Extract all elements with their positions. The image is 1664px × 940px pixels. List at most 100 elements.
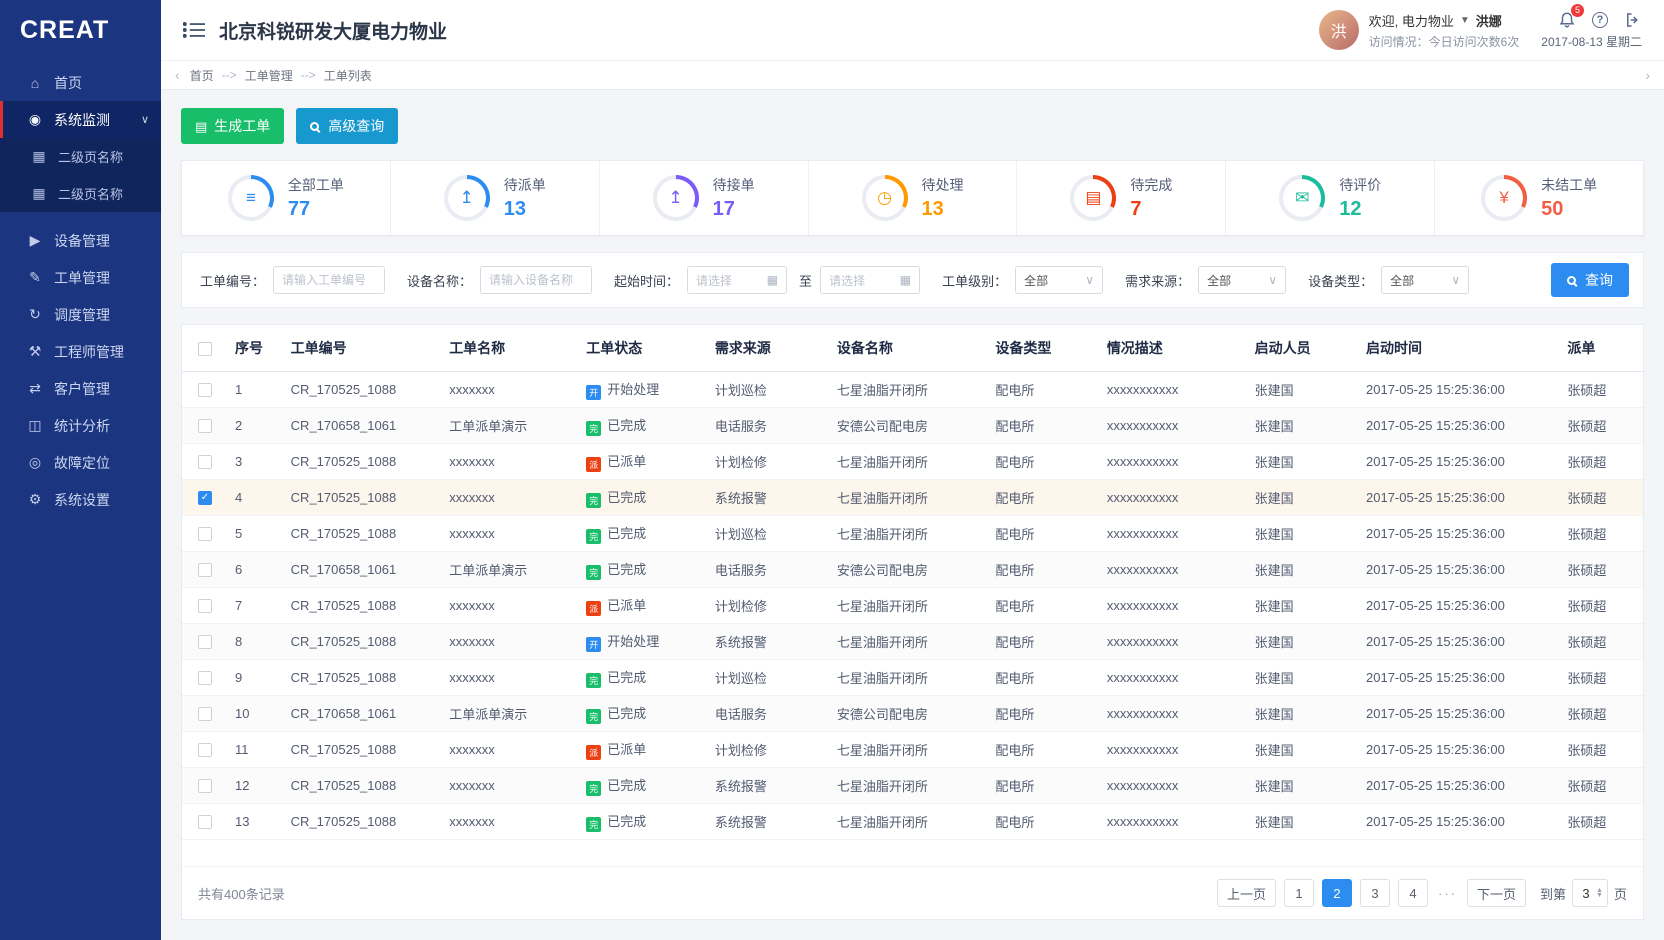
breadcrumb-item[interactable]: 工单管理 (245, 67, 293, 84)
row-checkbox[interactable] (198, 743, 212, 757)
cell-device-type: 配电所 (987, 587, 1098, 623)
cell-device-name: 七星油脂开闭所 (829, 587, 988, 623)
gear-icon: ⚙ (25, 491, 45, 508)
sidebar-item-system-settings[interactable]: ⚙系统设置 (0, 481, 161, 518)
cell-device-name: 七星油脂开闭所 (829, 803, 988, 839)
sidebar-item-sub-page-2[interactable]: ▦二级页名称 (0, 175, 161, 212)
cell-index: 9 (227, 659, 283, 695)
breadcrumb-separator: --> (222, 68, 237, 82)
sidebar-item-device-management[interactable]: ▶设备管理 (0, 222, 161, 259)
help-icon[interactable]: ? (1592, 12, 1608, 28)
stat-card-pending-finish[interactable]: ▤待完成7 (1017, 161, 1226, 235)
table-row[interactable]: 7CR_170525_1088xxxxxxx派已派单计划检修七星油脂开闭所配电所… (182, 587, 1643, 623)
table-row[interactable]: 6CR_170658_1061工单派单演示完已完成电话服务安德公司配电房配电所x… (182, 551, 1643, 587)
row-checkbox[interactable]: ✓ (198, 491, 212, 505)
chevron-right-icon[interactable]: › (1645, 67, 1650, 83)
stat-card-pending-review[interactable]: ✉待评价12 (1226, 161, 1435, 235)
current-date: 2017-08-13 星期二 (1541, 33, 1642, 50)
order-level-select[interactable]: 全部 ∨ (1015, 266, 1103, 294)
device-name-input[interactable] (480, 266, 592, 294)
row-checkbox[interactable] (198, 635, 212, 649)
table-row[interactable]: 8CR_170525_1088xxxxxxx开开始处理系统报警七星油脂开闭所配电… (182, 623, 1643, 659)
stat-card-value: 12 (1339, 198, 1381, 221)
sidebar-item-fault-locating[interactable]: ◎故障定位 (0, 444, 161, 481)
logout-icon[interactable] (1624, 11, 1642, 29)
cell-dispatcher: 张硕超 (1559, 443, 1643, 479)
pencil-icon: ✎ (25, 269, 45, 286)
table-row[interactable]: ✓4CR_170525_1088xxxxxxx完已完成系统报警七星油脂开闭所配电… (182, 479, 1643, 515)
sidebar-item-system-monitor[interactable]: ◉系统监测∨ (0, 101, 161, 138)
table-row[interactable]: 1CR_170525_1088xxxxxxx开开始处理计划巡检七星油脂开闭所配电… (182, 371, 1643, 407)
row-checkbox[interactable] (198, 527, 212, 541)
row-checkbox[interactable] (198, 383, 212, 397)
goto-page-input[interactable]: 3 ▲▼ (1572, 879, 1608, 907)
page-number-4[interactable]: 4 (1398, 879, 1428, 907)
row-checkbox[interactable] (198, 707, 212, 721)
chevron-down-icon[interactable]: ▼ (1460, 15, 1470, 26)
notification-bell-icon[interactable]: 5 (1558, 11, 1576, 29)
table-row[interactable]: 10CR_170658_1061工单派单演示完已完成电话服务安德公司配电房配电所… (182, 695, 1643, 731)
end-date-picker[interactable]: 请选择 ▦ (820, 266, 920, 294)
table-row[interactable]: 12CR_170525_1088xxxxxxx完已完成系统报警七星油脂开闭所配电… (182, 767, 1643, 803)
cell-source: 计划巡检 (707, 371, 829, 407)
sidebar-item-workorder-management[interactable]: ✎工单管理 (0, 259, 161, 296)
stat-card-pending-process[interactable]: ◷待处理13 (809, 161, 1018, 235)
sidebar-item-sub-page-1[interactable]: ▦二级页名称 (0, 138, 161, 175)
cell-start-time: 2017-05-25 15:25:36:00 (1358, 479, 1559, 515)
source-select[interactable]: 全部 ∨ (1198, 266, 1286, 294)
page-number-2[interactable]: 2 (1322, 879, 1352, 907)
column-header: 工单名称 (441, 325, 578, 371)
sidebar-item-customer-management[interactable]: ⇄客户管理 (0, 370, 161, 407)
prev-page-button[interactable]: 上一页 (1217, 879, 1276, 907)
chevron-left-icon[interactable]: ‹ (175, 67, 180, 83)
order-no-input[interactable] (273, 266, 385, 294)
status-icon: 完 (586, 529, 601, 544)
stepper-icon[interactable]: ▲▼ (1596, 888, 1603, 899)
stat-cards: ≡全部工单77↥待派单13↥待接单17◷待处理13▤待完成7✉待评价12¥未结工… (181, 160, 1644, 236)
sidebar-item-dispatch-management[interactable]: ↻调度管理 (0, 296, 161, 333)
status-icon: 完 (586, 421, 601, 436)
next-page-button[interactable]: 下一页 (1467, 879, 1526, 907)
select-all-checkbox[interactable] (198, 342, 212, 356)
user-block[interactable]: 洪 欢迎, 电力物业 ▼ 洪娜 访问情况：今日访问次数6次 (1319, 10, 1520, 50)
row-checkbox[interactable] (198, 455, 212, 469)
row-checkbox[interactable] (198, 671, 212, 685)
breadcrumb-item[interactable]: 工单列表 (324, 67, 372, 84)
sidebar-item-engineer-management[interactable]: ⚒工程师管理 (0, 333, 161, 370)
generate-order-button[interactable]: ▤ 生成工单 (181, 108, 284, 144)
status-icon: 派 (586, 745, 601, 760)
table-row[interactable]: 13CR_170525_1088xxxxxxx完已完成系统报警七星油脂开闭所配电… (182, 803, 1643, 839)
table-row[interactable]: 3CR_170525_1088xxxxxxx派已派单计划检修七星油脂开闭所配电所… (182, 443, 1643, 479)
table-row[interactable]: 2CR_170658_1061工单派单演示完已完成电话服务安德公司配电房配电所x… (182, 407, 1643, 443)
device-type-select[interactable]: 全部 ∨ (1381, 266, 1469, 294)
page-ellipsis[interactable]: ··· (1436, 886, 1459, 901)
breadcrumb-item[interactable]: 首页 (190, 67, 214, 84)
table-row[interactable]: 11CR_170525_1088xxxxxxx派已派单计划检修七星油脂开闭所配电… (182, 731, 1643, 767)
sidebar-item-label: 设备管理 (54, 231, 110, 251)
cell-device-name: 七星油脂开闭所 (829, 515, 988, 551)
row-checkbox[interactable] (198, 599, 212, 613)
advanced-search-button[interactable]: 高级查询 (296, 108, 398, 144)
sidebar-item-stats-analysis[interactable]: ◫统计分析 (0, 407, 161, 444)
page-number-3[interactable]: 3 (1360, 879, 1390, 907)
table-row[interactable]: 5CR_170525_1088xxxxxxx完已完成计划巡检七星油脂开闭所配电所… (182, 515, 1643, 551)
pending-review-icon: ✉ (1279, 175, 1325, 221)
status-label: 已派单 (607, 742, 646, 757)
avatar[interactable]: 洪 (1319, 10, 1359, 50)
search-button[interactable]: 查询 (1551, 263, 1629, 297)
stat-card-pending-dispatch[interactable]: ↥待派单13 (391, 161, 600, 235)
cell-device-type: 配电所 (987, 767, 1098, 803)
cell-start-time: 2017-05-25 15:25:36:00 (1358, 803, 1559, 839)
page-number-1[interactable]: 1 (1284, 879, 1314, 907)
table-row[interactable]: 9CR_170525_1088xxxxxxx完已完成计划巡检七星油脂开闭所配电所… (182, 659, 1643, 695)
row-checkbox[interactable] (198, 815, 212, 829)
menu-toggle-icon[interactable] (183, 21, 205, 39)
row-checkbox[interactable] (198, 779, 212, 793)
start-date-picker[interactable]: 请选择 ▦ (687, 266, 787, 294)
stat-card-pending-accept[interactable]: ↥待接单17 (600, 161, 809, 235)
row-checkbox[interactable] (198, 419, 212, 433)
stat-card-unsettled-orders[interactable]: ¥未结工单50 (1435, 161, 1643, 235)
row-checkbox[interactable] (198, 563, 212, 577)
stat-card-all-orders[interactable]: ≡全部工单77 (182, 161, 391, 235)
sidebar-item-home[interactable]: ⌂首页 (0, 64, 161, 101)
